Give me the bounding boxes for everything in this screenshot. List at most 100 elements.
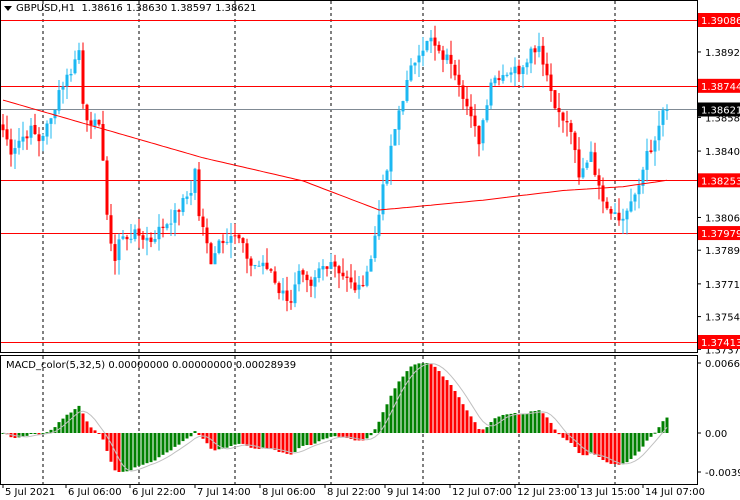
macd-histogram-bar (109, 433, 113, 462)
macd-histogram-bar (57, 422, 61, 433)
macd-histogram-bar (229, 433, 233, 447)
macd-histogram-bar (425, 363, 429, 433)
bull-candle (29, 125, 33, 138)
bull-candle (633, 194, 637, 202)
macd-histogram-bar (581, 433, 585, 456)
macd-histogram-bar (557, 433, 561, 435)
bear-candle (309, 279, 313, 286)
bear-candle (545, 63, 549, 76)
bear-candle (597, 175, 601, 186)
bull-candle (133, 229, 137, 240)
bull-candle (505, 74, 509, 76)
bull-candle (129, 238, 133, 240)
bull-candle (653, 140, 657, 152)
macd-histogram-bar (329, 433, 333, 437)
macd-histogram-bar (373, 429, 377, 433)
bull-candle (385, 170, 389, 184)
bull-candle (529, 48, 533, 64)
bear-candle (161, 226, 165, 228)
bear-candle (233, 235, 237, 237)
macd-histogram-bar (449, 384, 453, 433)
bull-candle (625, 210, 629, 220)
bear-candle (197, 169, 201, 217)
bull-candle (153, 238, 157, 242)
bear-candle (569, 123, 573, 132)
macd-histogram-bar (309, 433, 313, 446)
bull-candle (173, 210, 177, 223)
bull-candle (581, 168, 585, 178)
bear-candle (205, 227, 209, 244)
macd-histogram-bar (393, 388, 397, 433)
macd-histogram-bar (69, 412, 73, 433)
bull-candle (585, 162, 589, 168)
bear-candle (517, 65, 521, 75)
level-price-label: 1.38253 (701, 176, 740, 187)
price-tick-label: 1.37545 (705, 313, 740, 324)
price-tick-label: 1.38920 (705, 48, 740, 59)
bear-candle (345, 276, 349, 278)
bear-candle (245, 243, 249, 259)
bull-candle (357, 284, 361, 290)
bull-candle (253, 265, 257, 267)
bear-candle (549, 74, 553, 92)
bull-candle (481, 120, 485, 144)
bear-candle (109, 215, 113, 244)
macd-histogram-bar (169, 433, 173, 451)
bull-candle (645, 151, 649, 170)
bull-candle (445, 54, 449, 61)
macd-histogram-bar (421, 363, 425, 433)
bull-candle (193, 168, 197, 193)
bull-candle (493, 77, 497, 84)
macd-histogram-bar (445, 380, 449, 433)
bull-candle (369, 259, 373, 272)
macd-histogram-bar (273, 433, 277, 451)
macd-histogram-bar (525, 413, 529, 433)
bear-candle (125, 236, 129, 240)
bull-candle (185, 196, 189, 199)
bull-candle (13, 148, 17, 154)
time-tick-label: 5 Jul 2021 (5, 487, 55, 498)
bear-candle (25, 136, 29, 139)
level-price-label: 1.38744 (701, 82, 740, 93)
macd-histogram-bar (317, 433, 321, 442)
dropdown-triangle-icon[interactable] (4, 5, 12, 11)
macd-histogram-bar (497, 416, 501, 433)
macd-histogram-bar (25, 433, 29, 436)
bear-candle (265, 262, 269, 269)
bull-candle (621, 218, 625, 221)
bear-candle (361, 285, 365, 287)
bull-candle (45, 123, 49, 137)
macd-histogram-bar (153, 433, 157, 461)
macd-histogram-bar (537, 410, 541, 433)
bear-candle (433, 37, 437, 46)
macd-title: MACD_color(5,32,5) 0.00000000 0.00000000… (6, 360, 296, 371)
bull-candle (429, 37, 433, 42)
bear-candle (1, 124, 5, 131)
bull-candle (485, 105, 489, 121)
macd-histogram-bar (621, 433, 625, 465)
bull-candle (389, 145, 393, 172)
bull-candle (121, 236, 125, 239)
bear-candle (149, 237, 153, 242)
bear-candle (177, 210, 181, 212)
macd-histogram-bar (533, 411, 537, 433)
macd-histogram-bar (645, 433, 649, 441)
macd-histogram-bar (129, 433, 133, 471)
bear-candle (533, 48, 537, 53)
bull-candle (53, 109, 57, 119)
time-tick-label: 6 Jul 06:00 (68, 487, 122, 498)
bull-candle (365, 271, 369, 286)
macd-histogram-bar (221, 433, 225, 449)
macd-histogram-bar (529, 411, 533, 433)
bear-candle (305, 274, 309, 281)
macd-histogram-bar (133, 433, 137, 468)
macd-histogram-bar (553, 429, 557, 433)
chart-title: GBPUSD,H1 1.38616 1.38630 1.38597 1.3862… (4, 3, 256, 14)
macd-histogram-bar (417, 363, 421, 433)
macd-histogram-bar (457, 397, 461, 433)
macd-histogram-bar (313, 433, 317, 444)
bear-candle (437, 44, 441, 51)
bull-candle (293, 284, 297, 304)
macd-histogram-bar (433, 366, 437, 433)
macd-histogram-bar (97, 433, 101, 434)
